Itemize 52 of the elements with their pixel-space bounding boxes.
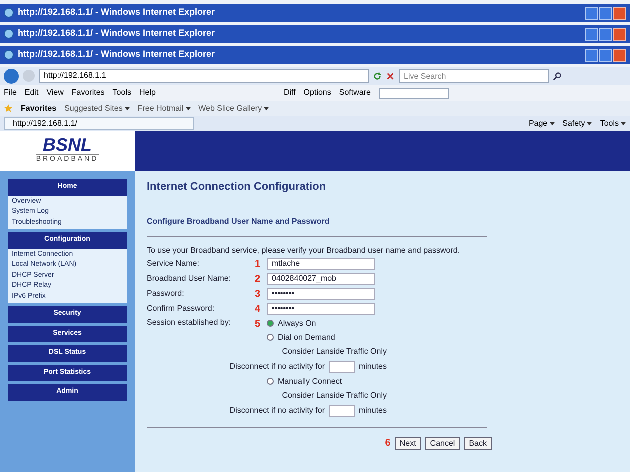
field-label: Broadband User Name: [147, 273, 232, 285]
unit-label: minutes [358, 360, 387, 372]
step-number: 1 [255, 258, 262, 272]
form-button[interactable]: Next [394, 436, 422, 450]
text-field[interactable]: 0402840027_mob [267, 273, 375, 285]
window-title: http://192.168.1.1/ - Windows Internet Explorer [18, 27, 215, 40]
favorites-link[interactable]: Free Hotmail [138, 102, 184, 114]
form-button[interactable]: Cancel [425, 436, 460, 450]
browser-tab[interactable]: http://192.168.1.1/ [4, 117, 194, 130]
text-field[interactable]: •••••••• [267, 288, 375, 300]
option-label: Consider Lanside Traffic Only [282, 390, 387, 402]
toolbar-button[interactable]: Diff [284, 87, 296, 99]
favorites-button[interactable]: Favorites [21, 102, 57, 114]
command-button[interactable]: Page [528, 118, 548, 130]
option-label: Disconnect if no activity for [230, 404, 325, 416]
step-number: 4 [255, 302, 262, 316]
menu-item[interactable]: View [46, 87, 64, 99]
radio-label: Dial on Demand [278, 332, 336, 344]
form-button[interactable]: Back [464, 436, 492, 450]
menu-item[interactable]: Help [139, 87, 156, 99]
step-number: 6 [385, 436, 391, 450]
toolbar-button[interactable]: Options [304, 87, 332, 99]
menu-item[interactable]: Edit [24, 87, 39, 99]
address-field[interactable]: http://192.168.1.1 [39, 69, 369, 83]
field-label: Service Name: [147, 258, 200, 270]
page-title: Internet Connection Configuration [147, 180, 328, 195]
field-label: Confirm Password: [147, 303, 216, 315]
menu-item[interactable]: Favorites [72, 87, 105, 99]
command-button[interactable]: Tools [600, 118, 619, 130]
window-title: http://192.168.1.1/ - Windows Internet Explorer [18, 48, 215, 62]
favorites-link[interactable]: Suggested Sites [64, 102, 123, 114]
field-label: Session established by: [147, 316, 232, 328]
step-number: 5 [255, 318, 262, 332]
favorites-link[interactable]: Web Slice Gallery [198, 102, 262, 114]
section-title: Configure Broadband User Name and Password [147, 216, 331, 228]
menu-item[interactable]: File [4, 87, 17, 99]
option-label: Disconnect if no activity for [230, 360, 325, 372]
window-title: http://192.168.1.1/ - Windows Internet Explorer [18, 6, 215, 20]
command-button[interactable]: Safety [562, 118, 586, 130]
menu-item[interactable]: Tools [112, 87, 132, 99]
text-field[interactable]: mtlache [267, 258, 375, 270]
step-number: 2 [255, 272, 262, 286]
text-field[interactable]: •••••••• [267, 303, 375, 315]
field-label: Password: [147, 288, 186, 300]
radio-label: Manually Connect [278, 376, 342, 388]
unit-label: minutes [358, 404, 387, 416]
intro-text: To use your Broadband service, please verify your Broadband user name and password. [147, 244, 462, 256]
toolbar-button[interactable]: Software [339, 87, 371, 99]
step-number: 3 [255, 288, 262, 302]
option-label: Consider Lanside Traffic Only [282, 346, 387, 358]
search-field[interactable]: Live Search [399, 69, 549, 83]
radio-label: Always On [278, 318, 316, 330]
